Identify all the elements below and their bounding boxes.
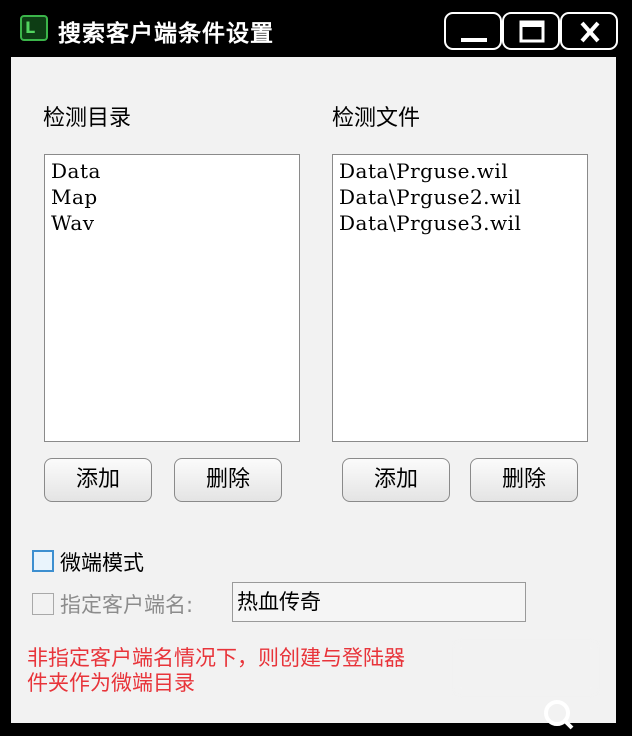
micro-mode-label[interactable]: 微端模式 — [60, 547, 144, 577]
list-item[interactable]: Data\Prguse.wil — [339, 159, 508, 183]
close-icon — [580, 21, 600, 43]
delete-directory-button[interactable]: 删除 — [174, 458, 282, 502]
directories-listbox[interactable]: Data Map Wav — [44, 154, 300, 442]
list-item[interactable]: Data — [51, 159, 101, 183]
maximize-icon — [519, 20, 545, 43]
note-line-2: 件夹作为微端目录 — [27, 671, 195, 695]
app-logo-icon: L — [20, 15, 48, 41]
list-item[interactable]: Data\Prguse3.wil — [339, 211, 521, 235]
list-item[interactable]: Map — [51, 185, 98, 209]
watermark-icon — [544, 700, 574, 730]
client-name-label: 指定客户端名: — [60, 593, 194, 617]
client-name-checkbox[interactable] — [32, 593, 54, 615]
dialog-client-area: 检测目录 Data Map Wav 添加 删除 检测文件 Data\Prguse… — [11, 57, 616, 723]
title-bar[interactable]: L 搜索客户端条件设置 — [0, 0, 632, 56]
list-item[interactable]: Data\Prguse2.wil — [339, 185, 521, 209]
minimize-button[interactable] — [444, 12, 502, 50]
maximize-button[interactable] — [502, 12, 560, 50]
delete-file-button[interactable]: 删除 — [470, 458, 578, 502]
add-file-button[interactable]: 添加 — [342, 458, 450, 502]
files-label: 检测文件 — [332, 106, 421, 131]
window-title: 搜索客户端条件设置 — [58, 21, 274, 47]
files-listbox[interactable]: Data\Prguse.wil Data\Prguse2.wil Data\Pr… — [332, 154, 588, 442]
minimize-icon — [461, 38, 487, 42]
directories-label: 检测目录 — [43, 106, 132, 131]
dialog-window: L 搜索客户端条件设置 检测目录 Data Map Wav 添加 删除 检测文件… — [0, 0, 632, 736]
micro-mode-checkbox[interactable] — [32, 550, 54, 572]
list-item[interactable]: Wav — [51, 211, 95, 235]
watermark-logo — [540, 696, 626, 730]
note-line-1: 非指定客户端名情况下，则创建与登陆器 — [27, 646, 405, 670]
client-name-input[interactable]: 热血传奇 — [232, 582, 526, 622]
blurred-region — [456, 643, 596, 693]
close-button[interactable] — [560, 12, 618, 50]
add-directory-button[interactable]: 添加 — [44, 458, 152, 502]
